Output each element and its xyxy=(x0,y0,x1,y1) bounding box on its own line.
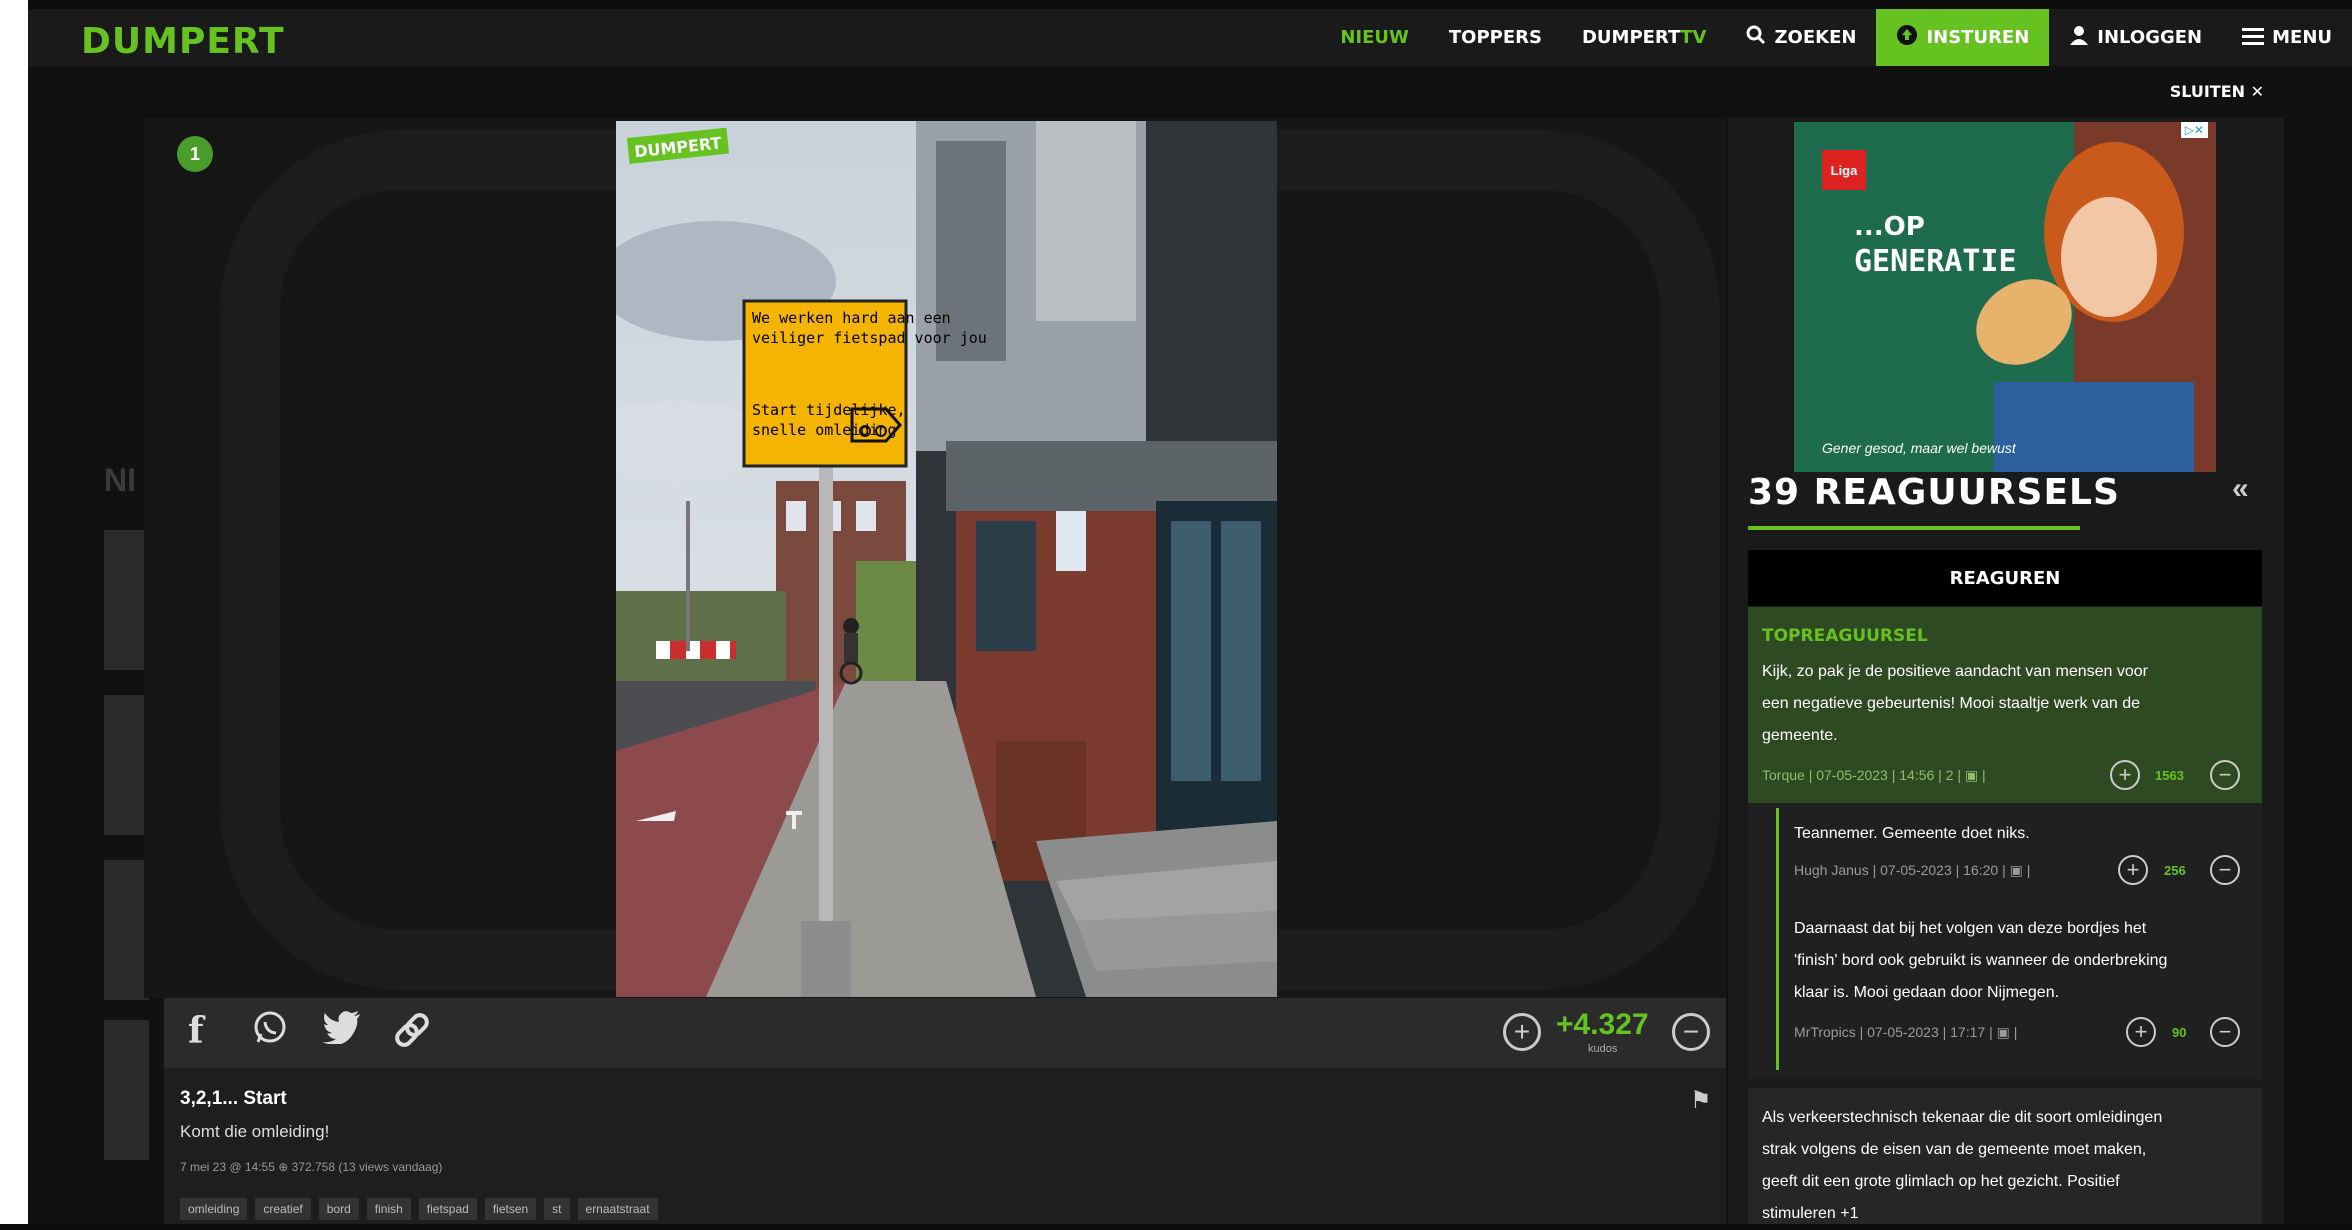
tag-list: omleiding creatief bord finish fietspad … xyxy=(180,1198,658,1220)
sign-line-4: snelle omleiding xyxy=(752,421,897,439)
tag[interactable]: st xyxy=(544,1198,570,1220)
kudos-value: +4.327 xyxy=(1556,1008,1649,1041)
top-comment-downvote[interactable]: − xyxy=(2210,760,2240,790)
reply-2-text-2: 'finish' bord ook gebruikt is wanneer de… xyxy=(1794,952,2168,969)
nav-dumpert-tv-suffix: TV xyxy=(1680,27,1707,48)
background-thumbnail xyxy=(104,695,149,835)
nav-insturen-label: INSTUREN xyxy=(1926,27,2030,48)
reply-1-score: 256 xyxy=(2164,863,2186,878)
reply-1-downvote[interactable]: − xyxy=(2210,855,2240,885)
background-thumbnail xyxy=(104,530,149,670)
flag-icon[interactable]: ⚑ xyxy=(1690,1086,1712,1115)
comment-3-text-4: stimuleren +1 xyxy=(1762,1205,1859,1222)
video-title: 3,2,1... Start xyxy=(180,1088,287,1109)
reply-1-text: Teannemer. Gemeente doet niks. xyxy=(1794,825,2030,842)
ad-brand-logo: Liga xyxy=(1822,150,1866,190)
main-nav: NIEUW TOPPERS DUMPERT TV ZOEKEN INSTUREN … xyxy=(1320,9,2352,66)
top-navigation-bar: DUMPERT NIEUW TOPPERS DUMPERT TV ZOEKEN I… xyxy=(28,9,2352,66)
background-section-title: NI xyxy=(104,462,136,498)
video-meta: 7 mei 23 @ 14:55 ⊕ 372.758 (13 views van… xyxy=(180,1160,443,1174)
dumpert-logo[interactable]: DUMPERT xyxy=(81,21,285,62)
reply-2-meta[interactable]: MrTropics | 07-05-2023 | 17:17 | ▣ | xyxy=(1794,1024,2017,1041)
search-icon xyxy=(1746,25,1766,50)
reply-1-meta[interactable]: Hugh Janus | 07-05-2023 | 16:20 | ▣ | xyxy=(1794,862,2030,879)
reply-2-text-1: Daarnaast dat bij het volgen van deze bo… xyxy=(1794,920,2147,937)
nav-nieuw[interactable]: NIEUW xyxy=(1320,9,1429,66)
close-overlay-button[interactable]: SLUITEN ✕ xyxy=(2170,82,2264,101)
collapse-sidebar-icon[interactable]: « xyxy=(2232,472,2249,506)
twitter-icon[interactable] xyxy=(322,1010,362,1053)
nav-inloggen[interactable]: INLOGGEN xyxy=(2049,9,2222,66)
hamburger-icon xyxy=(2242,26,2265,50)
comment-3-text-3: geeft dit een grote glimlach op het gezi… xyxy=(1762,1173,2120,1190)
tag[interactable]: ernaatstraat xyxy=(577,1198,658,1220)
ad-headline-2: GENERATIE xyxy=(1854,244,2017,279)
top-comment-meta[interactable]: Torque | 07-05-2023 | 14:56 | 2 | ▣ | xyxy=(1762,767,1986,784)
tag[interactable]: creatief xyxy=(255,1198,311,1220)
sign-line-1: We werken hard aan een xyxy=(752,309,951,327)
link-icon[interactable] xyxy=(392,1010,432,1059)
ad-choices-icon[interactable]: ▷✕ xyxy=(2180,122,2208,138)
nav-inloggen-label: INLOGGEN xyxy=(2097,27,2203,48)
nav-zoeken-label: ZOEKEN xyxy=(1774,27,1857,48)
tag[interactable]: bord xyxy=(318,1198,359,1220)
nav-zoeken[interactable]: ZOEKEN xyxy=(1726,9,1876,66)
facebook-icon[interactable]: f xyxy=(188,1010,204,1052)
top-comment-score: 1563 xyxy=(2155,768,2184,783)
street-scene-image: We werken hard aan een veiliger fietspad… xyxy=(616,121,1277,997)
comment-3-text-1: Als verkeerstechnisch tekenaar die dit s… xyxy=(1762,1109,2163,1126)
nav-insturen[interactable]: INSTUREN xyxy=(1876,9,2050,66)
nav-dumpert-tv-label: DUMPERT xyxy=(1581,27,1681,48)
top-comment-text-2: een negatieve gebeurtenis! Mooi staaltje… xyxy=(1762,695,2141,712)
reply-1-upvote[interactable]: + xyxy=(2118,855,2148,885)
reply-thread-line xyxy=(1776,808,1779,1070)
kudos-down-button[interactable]: − xyxy=(1672,1013,1710,1051)
react-button[interactable]: REAGUREN xyxy=(1748,550,2262,606)
tag[interactable]: fietspad xyxy=(418,1198,477,1220)
background-thumbnail xyxy=(104,860,149,1000)
ad-headline-1: ...OP xyxy=(1854,212,1925,242)
top-comment-text-1: Kijk, zo pak je de positieve aandacht va… xyxy=(1762,663,2149,680)
kudos-up-button[interactable]: + xyxy=(1503,1013,1541,1051)
comments-heading: 39 REAGUURSELS xyxy=(1748,472,2120,513)
nav-dumpert-tv[interactable]: DUMPERT TV xyxy=(1562,9,1727,66)
reply-2-text-3: klaar is. Mooi gedaan door Nijmegen. xyxy=(1794,984,2060,1001)
comments-heading-underline xyxy=(1748,526,2080,530)
video-index-badge: 1 xyxy=(177,136,213,172)
background-thumbnail xyxy=(104,1020,149,1160)
tag[interactable]: fietsen xyxy=(484,1198,537,1220)
nav-menu[interactable]: MENU xyxy=(2222,9,2352,66)
top-comment-upvote[interactable]: + xyxy=(2110,760,2140,790)
tag[interactable]: finish xyxy=(366,1198,411,1220)
ad-footer: Gener gesod, maar wel bewust xyxy=(1822,440,2016,456)
whatsapp-icon[interactable] xyxy=(252,1010,288,1055)
advertisement[interactable]: Liga ...OP GENERATIE Gener gesod, maar w… xyxy=(1794,122,2216,472)
top-comment-text-3: gemeente. xyxy=(1762,727,1838,744)
video-frame[interactable]: We werken hard aan een veiliger fietspad… xyxy=(616,121,1277,997)
tag[interactable]: omleiding xyxy=(180,1198,248,1220)
nav-toppers[interactable]: TOPPERS xyxy=(1429,9,1562,66)
reply-2-score: 90 xyxy=(2172,1025,2187,1040)
comment-3-text-2: strak volgens de eisen van de gemeente m… xyxy=(1762,1141,2147,1158)
page-margin-left xyxy=(0,0,28,1224)
user-icon xyxy=(2069,25,2089,50)
top-comment-label: TOPREAGUURSEL xyxy=(1762,626,1928,646)
video-description: Komt die omleiding! xyxy=(180,1122,330,1141)
reply-2-downvote[interactable]: − xyxy=(2210,1017,2240,1047)
nav-menu-label: MENU xyxy=(2272,27,2332,48)
kudos-label: kudos xyxy=(1588,1043,1618,1055)
sign-line-2: veiliger fietspad voor jou xyxy=(752,329,987,347)
reply-2-upvote[interactable]: + xyxy=(2126,1017,2156,1047)
upload-icon xyxy=(1896,24,1918,51)
